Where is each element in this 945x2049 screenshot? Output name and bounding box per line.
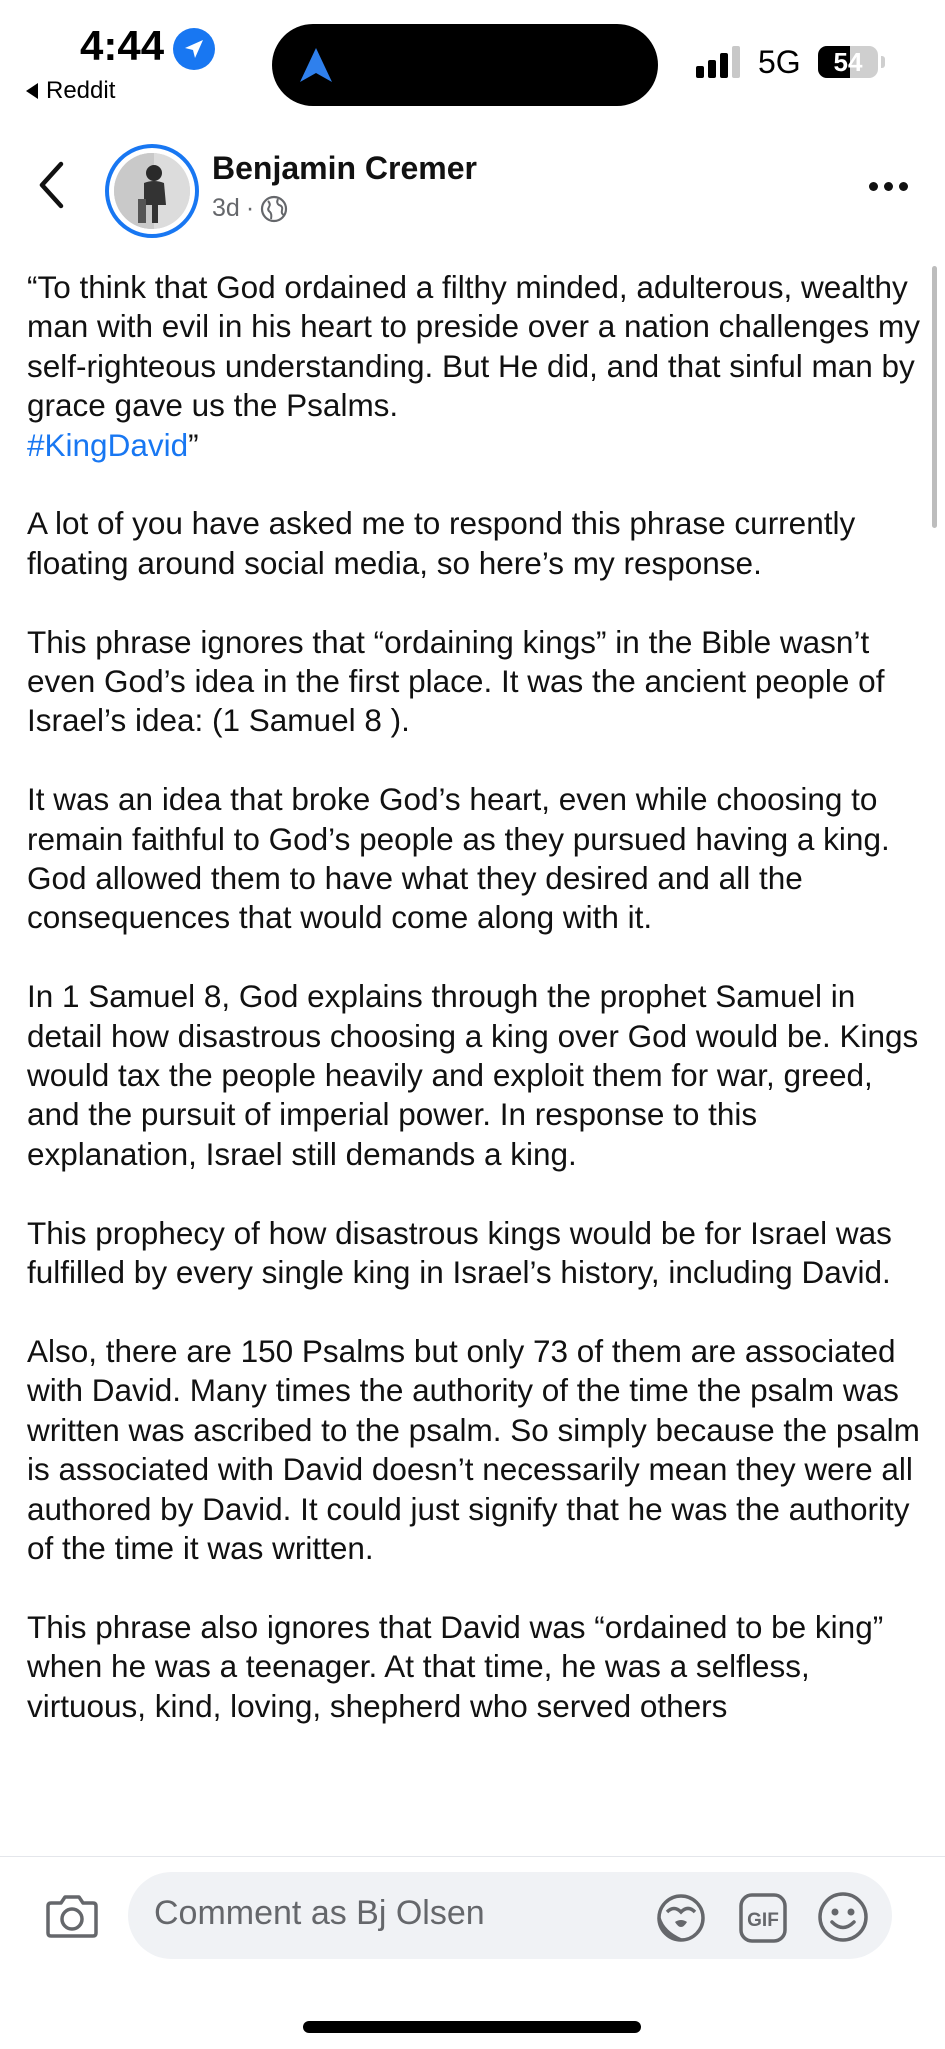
author-name[interactable]: Benjamin Cremer: [212, 150, 477, 187]
location-arrow-icon: [173, 28, 215, 70]
more-dot: [869, 182, 878, 191]
hashtag-link[interactable]: #KingDavid: [27, 427, 188, 463]
post-meta: 3d ·: [212, 194, 288, 223]
author-avatar[interactable]: [105, 144, 199, 238]
home-indicator[interactable]: [303, 2021, 641, 2033]
status-time: 4:44: [80, 22, 165, 69]
signal-icon: [696, 46, 740, 78]
back-arrow-icon[interactable]: [36, 160, 66, 210]
post-paragraph: Also, there are 150 Psalms but only 73 o…: [27, 1332, 920, 1566]
emoji-icon[interactable]: [816, 1890, 870, 1944]
more-options-button[interactable]: [869, 182, 908, 191]
paragraph-text: “To think that God ordained a filthy min…: [27, 269, 920, 424]
scrollbar[interactable]: [932, 266, 937, 528]
post-paragraph: This phrase ignores that “ordaining king…: [27, 623, 885, 739]
back-app-label: Reddit: [46, 77, 116, 104]
more-dot: [899, 182, 908, 191]
dynamic-island: [272, 24, 658, 106]
closing-quote: ”: [188, 426, 199, 463]
post-paragraph: This prophecy of how disastrous kings wo…: [27, 1214, 892, 1291]
network-type: 5G: [758, 44, 801, 80]
meta-separator: ·: [245, 194, 255, 222]
gif-label: GIF: [747, 1910, 779, 1931]
post-body: “To think that God ordained a filthy min…: [27, 268, 927, 1854]
navigation-arrow-icon: [300, 48, 332, 82]
gif-button[interactable]: GIF: [738, 1892, 788, 1949]
avatar-sticker-icon[interactable]: [655, 1892, 707, 1944]
globe-icon: [261, 195, 288, 222]
post-paragraph: “To think that God ordained a filthy min…: [27, 268, 927, 465]
post-paragraph: This phrase also ignores that David was …: [27, 1608, 884, 1724]
comment-placeholder[interactable]: Comment as Bj Olsen: [154, 1894, 485, 1933]
battery-tip: [881, 56, 885, 68]
battery-level: 54: [833, 47, 863, 77]
battery-icon: 54: [818, 46, 878, 78]
post-paragraph: It was an idea that broke God’s heart, e…: [27, 781, 890, 936]
back-triangle-icon: [26, 83, 38, 99]
more-dot: [884, 182, 893, 191]
camera-icon[interactable]: [45, 1893, 99, 1939]
back-to-app-link[interactable]: Reddit: [26, 77, 115, 105]
post-paragraph: A lot of you have asked me to respond th…: [27, 505, 856, 581]
post-age: 3d: [212, 194, 240, 222]
post-paragraph: In 1 Samuel 8, God explains through the …: [27, 978, 919, 1172]
